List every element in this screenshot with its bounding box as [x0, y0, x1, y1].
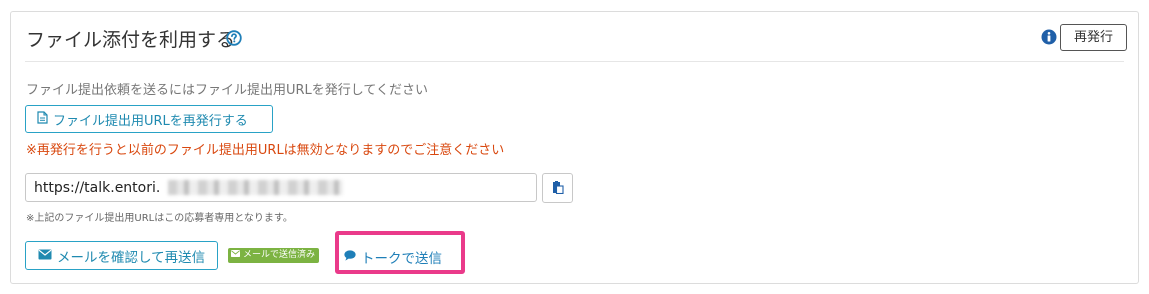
instruction-text: ファイル提出依頼を送るにはファイル提出用URLを発行してください [26, 83, 429, 98]
copy-icon [552, 179, 564, 198]
url-note: ※上記のファイル提出用URLはこの応募者専用となります。 [26, 213, 293, 224]
chat-bubble-icon [344, 249, 356, 265]
reissue-url-button[interactable]: ファイル提出用URLを再発行する [25, 105, 273, 133]
redacted-url-part [168, 180, 343, 195]
mail-sent-label: メールで送信済み [243, 250, 316, 260]
envelope-icon [38, 248, 52, 264]
question-circle-icon[interactable] [226, 30, 242, 50]
resend-mail-label: メールを確認して再送信 [57, 249, 206, 266]
reissue-button[interactable]: 再発行 [1060, 24, 1127, 51]
reissue-url-label: ファイル提出用URLを再発行する [53, 113, 248, 129]
panel-title: ファイル添付を利用する [26, 29, 236, 51]
send-talk-button[interactable]: トークで送信 [344, 247, 442, 267]
resend-mail-button[interactable]: メールを確認して再送信 [25, 241, 218, 270]
envelope-icon [231, 248, 240, 263]
file-attachment-panel: ファイル添付を利用する 再発行 ファイル提出依頼を送るにはファイル提出用URLを… [10, 11, 1139, 284]
mail-sent-badge: メールで送信済み [228, 248, 320, 263]
copy-button[interactable] [542, 173, 573, 203]
divider [25, 61, 1124, 62]
send-talk-label: トークで送信 [361, 251, 442, 267]
warning-text: ※再発行を行うと以前のファイル提出用URLは無効となりますのでご注意ください [26, 143, 505, 158]
document-icon [37, 110, 48, 128]
info-circle-icon[interactable] [1041, 29, 1057, 49]
panel-header: ファイル添付を利用する 再発行 [11, 12, 1138, 61]
